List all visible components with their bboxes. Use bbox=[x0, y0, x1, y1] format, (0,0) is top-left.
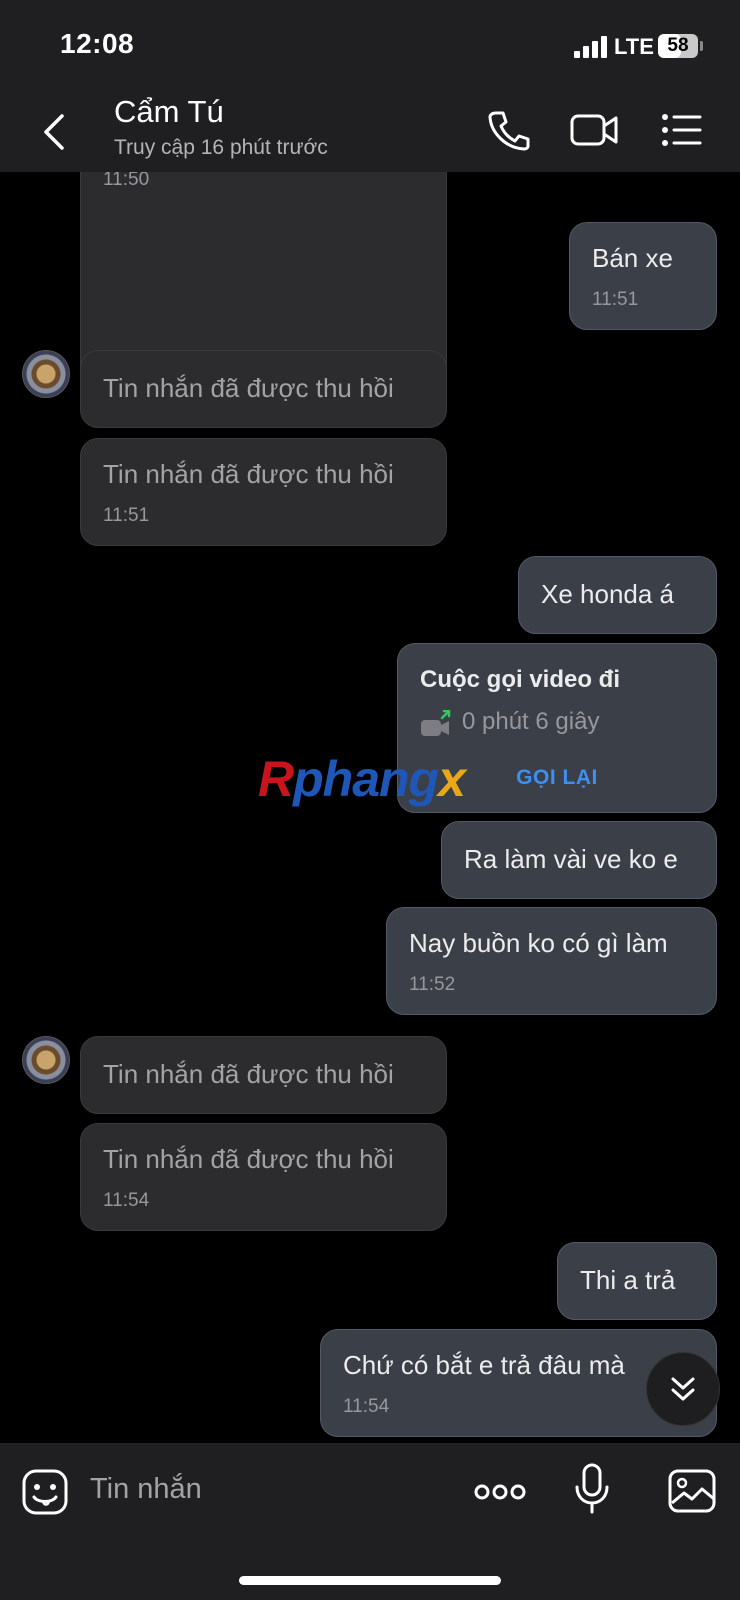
chevron-left-icon bbox=[44, 114, 64, 150]
contact-avatar[interactable] bbox=[22, 1036, 70, 1084]
emoji-sticker-icon bbox=[22, 1469, 68, 1515]
message-time: 11:54 bbox=[103, 1190, 150, 1211]
call-title: Cuộc gọi video đi bbox=[420, 666, 621, 693]
message-input[interactable]: Tin nhắn bbox=[90, 1473, 202, 1506]
outgoing-video-call-icon bbox=[421, 710, 451, 736]
home-indicator bbox=[239, 1576, 501, 1585]
battery-level: 58 bbox=[667, 35, 689, 56]
message-bubble-received[interactable]: Tin nhắn đã được thu hồi 11:51 bbox=[80, 438, 447, 546]
message-text: Chứ có bắt e trả đâu mà bbox=[343, 1350, 625, 1380]
message-text: Thi a trả bbox=[580, 1265, 676, 1295]
status-time: 12:08 bbox=[60, 28, 135, 59]
battery-cap bbox=[700, 41, 703, 51]
message-time: 11:50 bbox=[103, 172, 150, 190]
more-options-button[interactable] bbox=[474, 1477, 526, 1507]
video-camera-icon bbox=[570, 114, 618, 146]
options-menu-button[interactable] bbox=[660, 108, 708, 152]
watermark-part: phang bbox=[293, 751, 439, 807]
message-text: Bán xe bbox=[592, 243, 673, 273]
double-chevron-down-icon bbox=[671, 1377, 695, 1401]
recalled-message-text: Tin nhắn đã được thu hồi bbox=[103, 1059, 394, 1089]
scroll-to-bottom-button[interactable] bbox=[646, 1352, 720, 1426]
watermark-logo: Rphangx bbox=[258, 750, 466, 808]
message-text: Xe honda á bbox=[541, 579, 675, 609]
contact-avatar[interactable] bbox=[22, 350, 70, 398]
message-bubble-sent[interactable]: Ra làm vài ve ko e bbox=[441, 821, 717, 899]
battery-icon: 58 bbox=[658, 34, 698, 58]
message-bubble-received[interactable]: Tin nhắn đã được thu hồi bbox=[80, 350, 447, 428]
phone-icon bbox=[488, 111, 530, 151]
video-call-button[interactable] bbox=[570, 108, 618, 152]
message-bubble-received[interactable]: Tin nhắn đã được thu hồi 11:54 bbox=[80, 1123, 447, 1231]
recalled-message-text: Tin nhắn đã được thu hồi bbox=[103, 459, 394, 489]
microphone-icon bbox=[575, 1463, 609, 1514]
contact-name[interactable]: Cẩm Tú bbox=[114, 94, 224, 130]
gallery-button[interactable] bbox=[668, 1469, 716, 1513]
image-gallery-icon bbox=[668, 1469, 716, 1513]
message-time: 11:54 bbox=[343, 1396, 390, 1417]
message-bubble-sent[interactable]: Nay buồn ko có gì làm 11:52 bbox=[386, 907, 717, 1015]
more-dots-icon bbox=[474, 1484, 526, 1500]
back-button[interactable] bbox=[36, 108, 76, 156]
message-text: Ra làm vài ve ko e bbox=[464, 844, 678, 874]
recalled-message-text: Tin nhắn đã được thu hồi bbox=[103, 373, 394, 403]
recalled-message-text: Tin nhắn đã được thu hồi bbox=[103, 1144, 394, 1174]
message-time: 11:51 bbox=[592, 289, 639, 310]
signal-icon bbox=[574, 36, 608, 58]
emoji-button[interactable] bbox=[22, 1469, 68, 1515]
watermark-part: x bbox=[438, 751, 466, 807]
message-time: 11:52 bbox=[409, 974, 456, 995]
call-duration: 0 phút 6 giây bbox=[462, 708, 600, 735]
voice-call-button[interactable] bbox=[484, 108, 532, 152]
message-bubble-received[interactable]: Tin nhắn đã được thu hồi bbox=[80, 1036, 447, 1114]
voice-message-button[interactable] bbox=[574, 1463, 610, 1515]
top-bar: 12:08 LTE 58 Cẩm Tú Truy cập 16 phút trư… bbox=[0, 0, 740, 172]
last-seen-status: Truy cập 16 phút trước bbox=[114, 136, 328, 159]
message-bubble-sent[interactable]: Bán xe 11:51 bbox=[569, 222, 717, 330]
message-composer-bar: Tin nhắn bbox=[0, 1443, 740, 1600]
list-menu-icon bbox=[662, 114, 702, 146]
message-time: 11:51 bbox=[103, 505, 150, 526]
message-text: Nay buồn ko có gì làm bbox=[409, 928, 668, 958]
watermark-part: R bbox=[258, 751, 294, 807]
network-type: LTE bbox=[614, 34, 654, 59]
message-bubble-sent[interactable]: Thi a trả bbox=[557, 1242, 717, 1320]
message-bubble-sent[interactable]: Xe honda á bbox=[518, 556, 717, 634]
